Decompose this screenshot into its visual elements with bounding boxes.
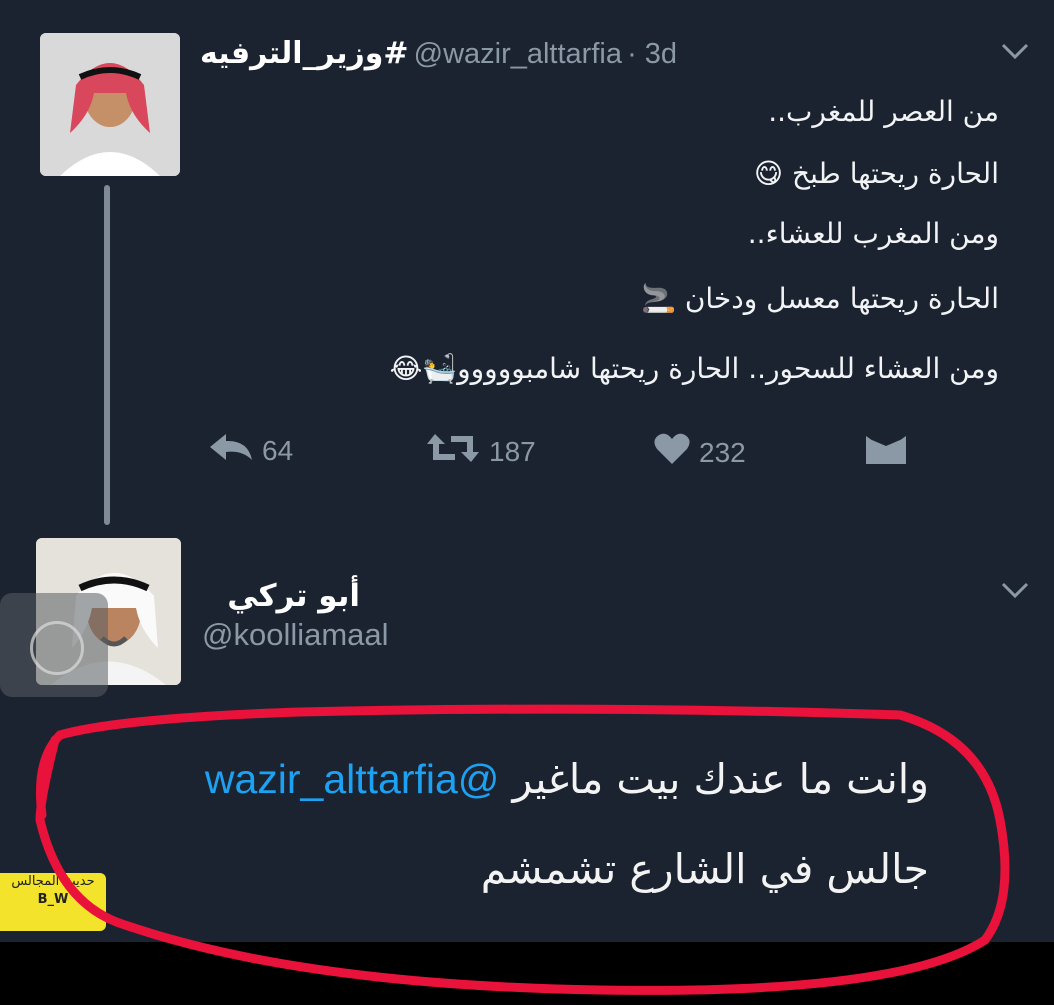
tweet-line: الحارة ريحتها طبخ 😋 — [753, 157, 999, 190]
like-count: 232 — [699, 436, 746, 468]
watermark-badge: حديث المجالس B_W — [0, 873, 106, 931]
watermark-code: B_W — [37, 892, 69, 907]
reply-author-display-name[interactable]: أبو تركي — [200, 578, 360, 614]
chevron-down-icon[interactable] — [998, 575, 1032, 609]
chevron-down-icon[interactable] — [998, 36, 1032, 70]
reply-text-line-1: وانت ما عندك بيت ماغير @wazir_alttarfia — [205, 755, 929, 803]
envelope-icon — [864, 434, 908, 473]
watermark-text: حديث المجالس — [11, 874, 95, 889]
tweet-time[interactable]: · 3d — [627, 38, 677, 70]
floating-overlay-button[interactable] — [0, 593, 108, 697]
bottom-bar — [0, 942, 1054, 1005]
direct-message-button[interactable] — [864, 434, 908, 473]
reply-author-handle[interactable]: @koolliamaal — [202, 617, 389, 653]
reply-text: وانت ما عندك بيت ماغير — [512, 755, 929, 803]
tweet-actions: 64 187 232 — [0, 432, 1054, 476]
tweet-line: ومن المغرب للعشاء.. — [747, 217, 999, 250]
tweet-line: ومن العشاء للسحور.. الحارة ريحتها شامبوو… — [389, 352, 999, 385]
mention-link[interactable]: @wazir_alttarfia — [205, 756, 500, 802]
author-display-name[interactable]: #وزير_الترفيه — [200, 36, 409, 71]
avatar-wazir[interactable] — [40, 33, 180, 176]
retweet-button[interactable]: 187 — [425, 432, 536, 471]
circle-icon — [30, 621, 84, 675]
retweet-count: 187 — [489, 435, 536, 467]
tweet-header: #وزير_الترفيه @wazir_alttarfia · 3d — [200, 36, 790, 84]
author-handle[interactable]: @wazir_alttarfia — [414, 38, 622, 70]
retweet-icon — [425, 432, 481, 471]
reply-text-line-2: جالس في الشارع تشمشم — [480, 845, 929, 893]
tweet-line: الحارة ريحتها معسل ودخان 🚬 — [641, 282, 999, 315]
reply-icon — [208, 432, 254, 469]
reply-button[interactable]: 64 — [208, 432, 293, 469]
reply-count: 64 — [262, 434, 294, 466]
like-button[interactable]: 232 — [653, 432, 746, 473]
heart-icon — [653, 432, 691, 473]
tweet-line: من العصر للمغرب.. — [768, 95, 999, 128]
